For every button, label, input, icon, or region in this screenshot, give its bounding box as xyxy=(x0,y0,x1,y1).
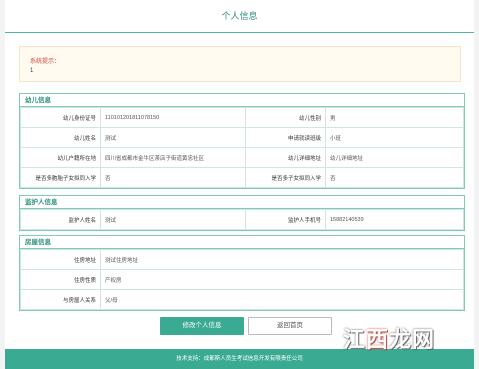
field-label: 住房性质 xyxy=(20,269,101,290)
watermark-highlight: 西 xyxy=(366,327,390,353)
page-title: 个人信息 xyxy=(221,11,258,21)
page-header: 个人信息 xyxy=(5,0,474,33)
notice-value: 1 xyxy=(30,68,34,74)
field-label: 监护人手机号 xyxy=(245,209,326,230)
housing-info-section: 房屋信息 住房地址 测试住房地址 住房性质 产权房 与房屋人关系 父/母 xyxy=(19,235,465,311)
watermark-prefix: 江 xyxy=(343,327,367,353)
field-value: 父/母 xyxy=(100,289,464,310)
system-notice: 系统提示： 1 xyxy=(19,46,461,82)
edit-info-button[interactable]: 修改个人信息 xyxy=(160,317,244,335)
field-value: 幼儿详细地址 xyxy=(325,147,464,168)
notice-title: 系统提示： xyxy=(30,59,61,65)
field-label: 幼儿性别 xyxy=(245,107,326,128)
table-row: 幼儿姓名 测试 申请就读班级 小班 xyxy=(20,127,464,148)
field-label: 幼儿姓名 xyxy=(20,127,101,148)
field-label: 与房屋人关系 xyxy=(20,289,101,310)
watermark-suffix: 龙网 xyxy=(389,327,436,353)
field-label: 监护人姓名 xyxy=(20,209,101,230)
field-value: 产权房 xyxy=(100,269,464,290)
field-label: 幼儿身份证号 xyxy=(20,107,101,128)
field-value: 小班 xyxy=(325,127,464,148)
field-value: 四川省成都市金牛区茶店子街道黄忠社区 xyxy=(100,147,246,168)
child-info-table: 幼儿身份证号 110101201811078150 幼儿性别 男 幼儿姓名 测试… xyxy=(20,107,464,188)
guardian-info-title: 监护人信息 xyxy=(20,196,464,209)
footer-text: 技术支持：成都斯人员生考试信息开发有限责任公司 xyxy=(176,356,303,362)
back-home-button[interactable]: 返回首页 xyxy=(248,317,332,335)
child-info-title: 幼儿信息 xyxy=(20,94,464,107)
field-value: 测试 xyxy=(100,127,246,148)
field-label: 住房地址 xyxy=(20,249,101,270)
field-label: 幼儿详细地址 xyxy=(245,147,326,168)
table-row: 幼儿身份证号 110101201811078150 幼儿性别 男 xyxy=(20,107,464,128)
field-value: 15882140539 xyxy=(325,209,464,230)
field-label: 是否多胞胎子女拟同入学 xyxy=(20,167,101,188)
table-row: 幼儿户籍所在地 四川省成都市金牛区茶店子街道黄忠社区 幼儿详细地址 幼儿详细地址 xyxy=(20,147,464,168)
site-watermark-logo: 江西龙网 xyxy=(343,322,435,354)
table-row: 与房屋人关系 父/母 xyxy=(20,289,464,310)
guardian-info-table: 监护人姓名 测试 监护人手机号 15882140539 xyxy=(20,209,464,230)
page-container: 个人信息 系统提示： 1 幼儿信息 幼儿身份证号 110101201811078… xyxy=(5,0,474,369)
guardian-info-section: 监护人信息 监护人姓名 测试 监护人手机号 15882140539 xyxy=(19,195,465,231)
housing-info-title: 房屋信息 xyxy=(20,236,464,249)
field-value: 测试住房地址 xyxy=(100,249,464,270)
table-row: 住房地址 测试住房地址 xyxy=(20,249,464,270)
field-value: 110101201811078150 xyxy=(100,107,246,128)
field-value: 男 xyxy=(325,107,464,128)
field-value: 测试 xyxy=(100,209,246,230)
housing-info-table: 住房地址 测试住房地址 住房性质 产权房 与房屋人关系 父/母 xyxy=(20,249,464,310)
table-row: 住房性质 产权房 xyxy=(20,269,464,290)
table-row: 监护人姓名 测试 监护人手机号 15882140539 xyxy=(20,209,464,230)
field-label: 申请就读班级 xyxy=(245,127,326,148)
field-label: 是否多子女拟同入学 xyxy=(245,167,326,188)
table-row: 是否多胞胎子女拟同入学 否 是否多子女拟同入学 否 xyxy=(20,167,464,188)
child-info-section: 幼儿信息 幼儿身份证号 110101201811078150 幼儿性别 男 幼儿… xyxy=(19,93,465,189)
field-value: 否 xyxy=(325,167,464,188)
field-value: 否 xyxy=(100,167,246,188)
field-label: 幼儿户籍所在地 xyxy=(20,147,101,168)
